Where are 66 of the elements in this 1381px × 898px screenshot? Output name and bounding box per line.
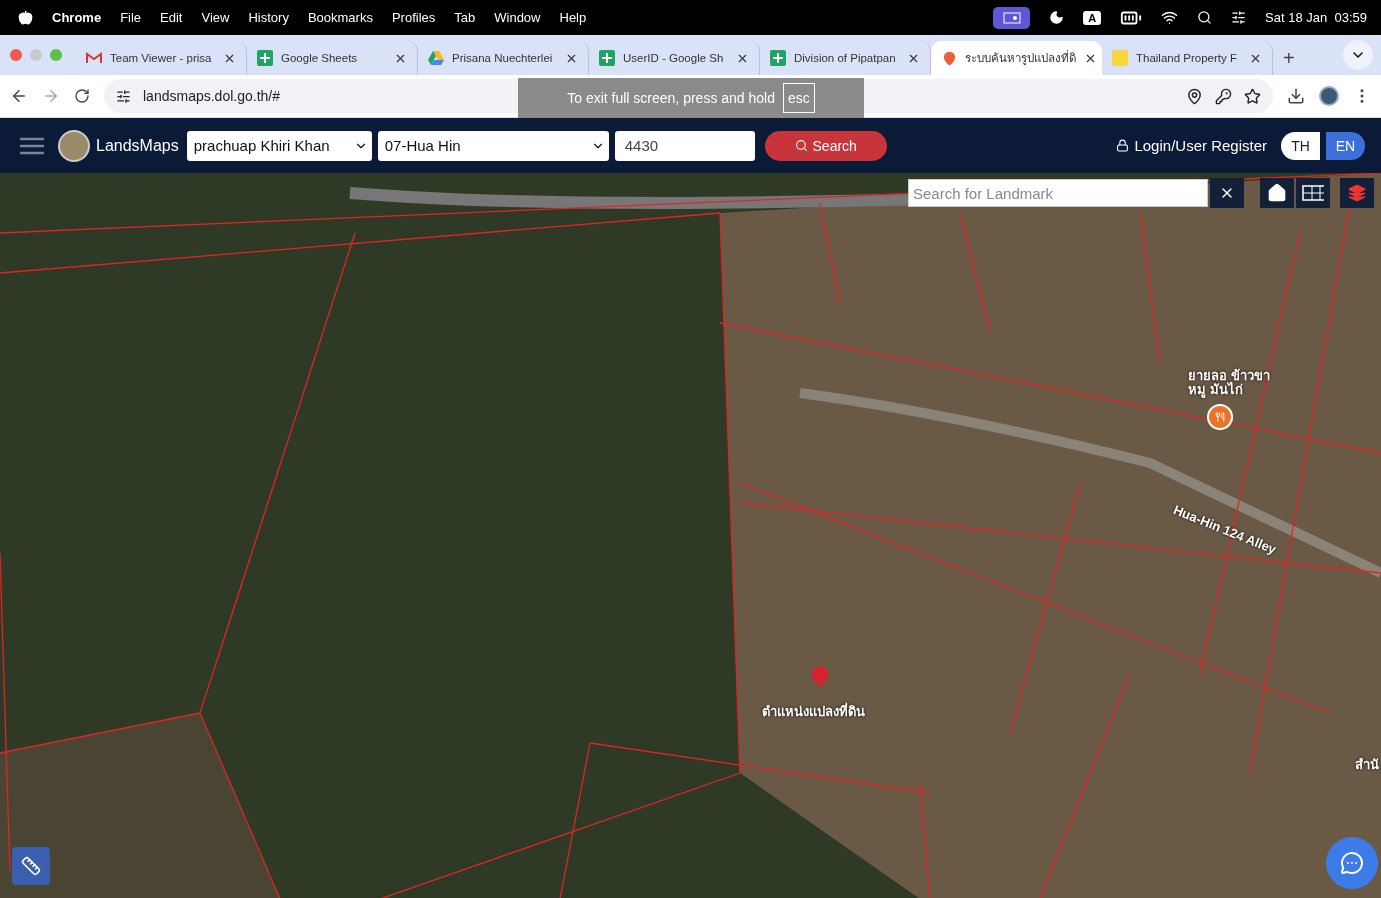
- download-icon[interactable]: [1287, 87, 1305, 105]
- district-select[interactable]: 07-Hua Hin: [377, 130, 609, 161]
- logo-icon: [1112, 50, 1128, 66]
- triangle-icon: [428, 50, 444, 66]
- language-toggle[interactable]: EN: [1326, 131, 1365, 160]
- back-icon[interactable]: [10, 87, 28, 105]
- toggle-icon[interactable]: [1231, 10, 1247, 25]
- input-source-badge[interactable]: A: [1083, 10, 1102, 25]
- layers-icon: [1348, 184, 1366, 202]
- mail-icon: [86, 50, 102, 66]
- map-label: ยายลอ ข้าวขา หมู มันไก่: [1188, 369, 1270, 397]
- seal-logo: [58, 129, 90, 162]
- clear-button[interactable]: [1210, 178, 1244, 208]
- language-toggle[interactable]: TH: [1281, 131, 1320, 160]
- lock-icon: [1116, 139, 1130, 152]
- new-tab-button[interactable]: +: [1273, 41, 1305, 75]
- login-link[interactable]: Login/User Register: [1116, 137, 1267, 154]
- layers-button[interactable]: [1340, 178, 1374, 208]
- screen-share-icon[interactable]: [993, 6, 1031, 29]
- search-icon: [794, 139, 808, 152]
- menu-item[interactable]: Tab: [454, 10, 476, 25]
- brand-name: LandsMaps: [96, 136, 179, 155]
- menu-item[interactable]: Chrome: [52, 10, 102, 25]
- site-settings-icon[interactable]: [116, 88, 131, 104]
- home-icon: [1267, 183, 1287, 203]
- map-label: สำนั: [1355, 758, 1379, 772]
- toast-text: To exit full screen, press and hold: [567, 90, 775, 106]
- bookmark-star-icon[interactable]: [1244, 87, 1261, 105]
- utensils-icon: [1215, 411, 1225, 423]
- ruler-button[interactable]: [12, 847, 50, 885]
- menu-item[interactable]: File: [120, 10, 142, 25]
- ruler-icon: [21, 856, 41, 876]
- menu-item[interactable]: Window: [494, 10, 541, 25]
- key-icon[interactable]: [1215, 87, 1232, 105]
- location-icon[interactable]: [1186, 87, 1203, 105]
- window-close-button[interactable]: [10, 49, 22, 61]
- profile-avatar[interactable]: [1319, 86, 1339, 106]
- map-pin-icon: [941, 50, 957, 66]
- parcel-number-field[interactable]: 4430: [614, 130, 755, 161]
- home-button[interactable]: [1260, 178, 1294, 208]
- search-button[interactable]: Search: [764, 130, 887, 161]
- search-icon[interactable]: [1197, 10, 1213, 25]
- grid-icon: [1302, 185, 1324, 201]
- province-select[interactable]: prachuap Khiri Khan: [186, 130, 372, 161]
- clock[interactable]: Sat 18 Jan 03:59: [1265, 10, 1367, 25]
- menu-item[interactable]: View: [201, 10, 230, 25]
- moon-icon[interactable]: [1049, 10, 1065, 25]
- apple-icon[interactable]: [18, 10, 33, 25]
- url-text[interactable]: landsmaps.dol.go.th/#: [143, 88, 280, 104]
- browser-tab[interactable]: ระบบค้นหารูปแปลงที่ดิ: [931, 41, 1102, 75]
- sheets-icon: [770, 50, 786, 66]
- wifi-icon[interactable]: [1161, 9, 1179, 26]
- sheets-icon: [257, 50, 273, 66]
- menu-item[interactable]: Help: [559, 10, 587, 25]
- chat-icon: [1340, 851, 1364, 875]
- grid-button[interactable]: [1296, 178, 1330, 208]
- key-hint: esc: [783, 83, 815, 113]
- menu-item[interactable]: History: [248, 10, 289, 25]
- menu-item[interactable]: Profiles: [391, 10, 436, 25]
- menu-icon[interactable]: [20, 136, 44, 155]
- menu-item[interactable]: Bookmarks: [307, 10, 373, 25]
- tab-list-button[interactable]: [1343, 40, 1373, 70]
- reload-icon[interactable]: [74, 88, 90, 104]
- sheets-icon: [599, 50, 615, 66]
- menu-item[interactable]: Edit: [160, 10, 183, 25]
- landmark-search-field[interactable]: Search for Landmark: [908, 179, 1208, 207]
